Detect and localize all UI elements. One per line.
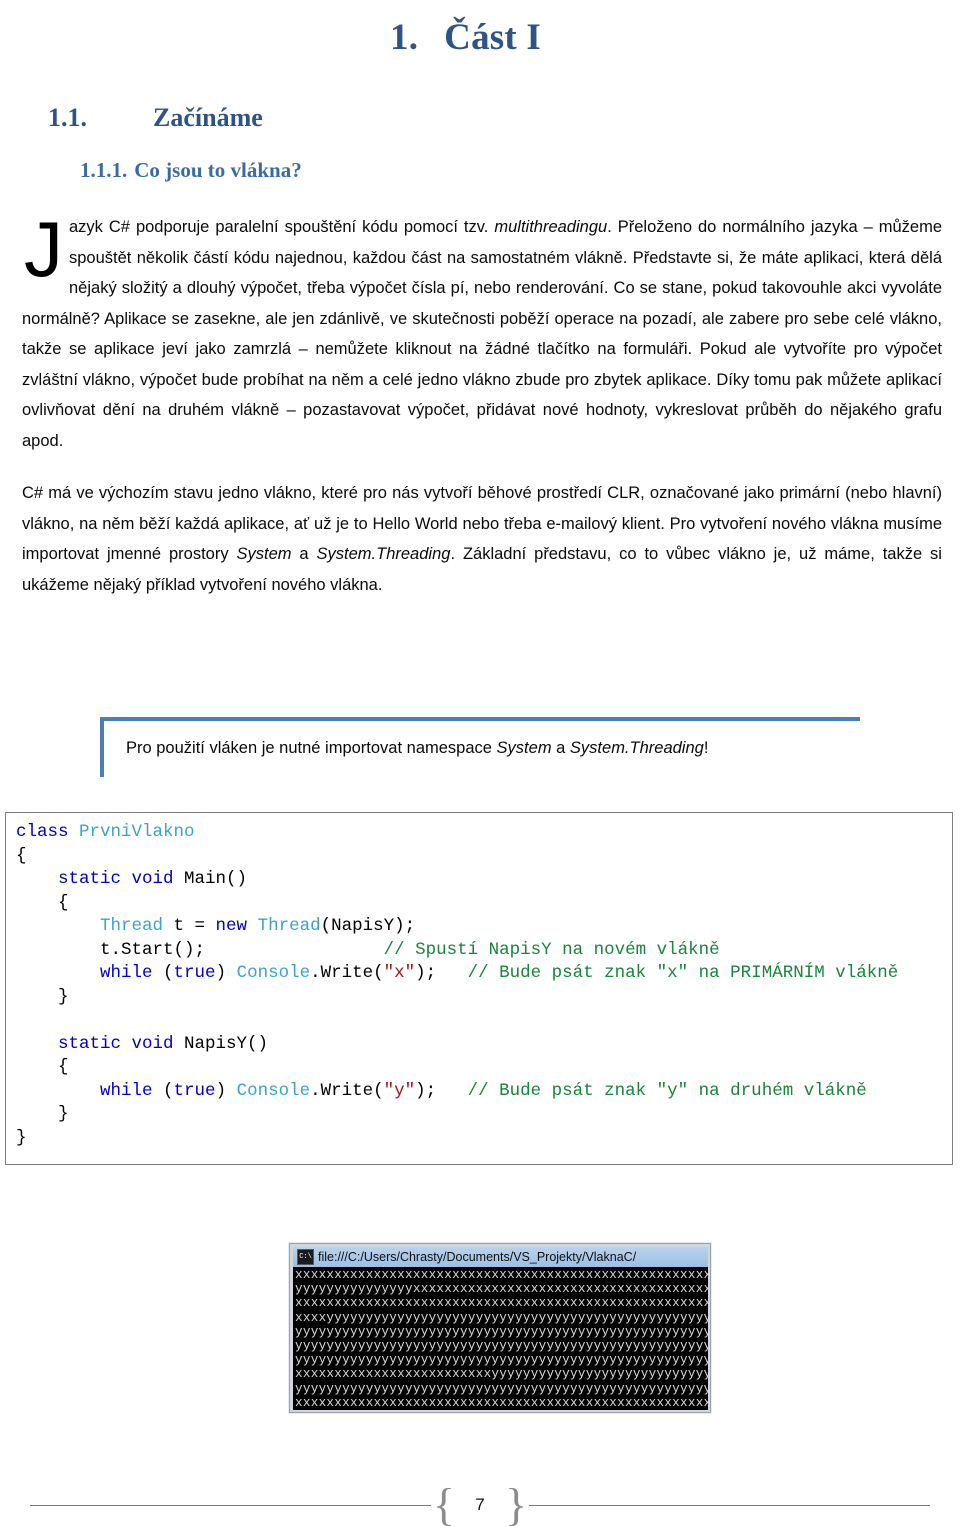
footer-rule-right (529, 1504, 930, 1506)
code-token: static void (58, 869, 185, 889)
code-token: ); (415, 963, 468, 983)
note-emphasis-2: System.Threading (569, 739, 704, 757)
document-page: 1. Část I 1.1. Začínáme 1.1.1. Co jsou to v… (0, 0, 960, 1535)
chapter-heading: 1. Část I (390, 8, 541, 59)
code-token: Console (236, 1080, 311, 1101)
code-token: "y" (383, 1080, 416, 1101)
code-token: true (173, 1080, 216, 1101)
code-token: } (16, 986, 69, 1007)
code-token: // Bude psát znak "y" na druhém vlákně (467, 1080, 867, 1101)
code-token: "x" (383, 963, 416, 983)
code-token: while (100, 963, 164, 983)
code-token: .Write( (310, 963, 384, 983)
paragraph-2-text-b: a (291, 545, 317, 563)
code-token: // Bude psát znak "x" na PRIMÁRNÍM vlákn… (467, 963, 899, 983)
note-text-a: Pro použití vláken je nutné importovat n… (126, 739, 497, 757)
code-token: PrvniVlakno (79, 822, 195, 842)
code-token: } (16, 1104, 69, 1124)
console-output-line: xxxxyyyyyyyyyyyyyyyyyyyyyyyyyyyyyyyyyyyy… (295, 1310, 708, 1325)
console-icon: C:\ (297, 1249, 314, 1265)
section-number: 1.1. (48, 103, 87, 132)
console-window-title: file:///C:/Users/Chrasty/Documents/VS_Pr… (318, 1250, 637, 1264)
code-token: t.Start(); (16, 939, 384, 960)
code-token: Thread (100, 916, 164, 936)
code-token: static void (58, 1033, 185, 1054)
code-token: Thread (257, 916, 321, 936)
code-token: { (16, 1057, 69, 1077)
console-output-line: yyyyyyyyyyyyyyyyyyyyyyyyyyyyyyyyyyyyyyyy… (295, 1339, 708, 1354)
note-text: Pro použití vláken je nutné importovat n… (126, 735, 850, 761)
paragraph-1-text-b: . Přeloženo do normálního jazyka – můžem… (22, 218, 943, 450)
chapter-title: Část I (444, 17, 541, 58)
console-output-line: yyyyyyyyyyyyyyyxxxxxxxxxxxxxxxxxxxxxxxxx… (295, 1282, 708, 1297)
code-token: { (16, 892, 69, 913)
section-title: Začínáme (153, 103, 263, 132)
paragraph-2: C# má ve výchozím stavu jedno vlákno, kt… (22, 478, 942, 600)
code-token: class (16, 822, 80, 842)
paragraph-2-emphasis-1: System (236, 545, 292, 563)
code-token: ) (215, 963, 237, 983)
console-output-line: xxxxxxxxxxxxxxxxxxxxxxxxxxxxxxxxxxxxxxxx… (295, 1296, 708, 1311)
subsection-heading: 1.1.1. Co jsou to vlákna? (80, 158, 302, 183)
code-listing: class PrvniVlakno { static void Main() {… (16, 821, 946, 1150)
code-token: // Spustí NapisY na novém vlákně (383, 939, 720, 960)
paragraph-1-emphasis: multithreadingu (494, 218, 608, 236)
code-token: while (100, 1080, 164, 1101)
code-token: NapisY() (184, 1033, 269, 1054)
code-token: t = (163, 916, 216, 936)
console-window-screenshot: C:\ file:///C:/Users/Chrasty/Documents/V… (289, 1243, 711, 1413)
console-output-line: xxxxxxxxxxxxxxxxxxxxxxxxxyyyyyyyyyyyyyyy… (295, 1367, 708, 1382)
code-token: true (173, 963, 216, 983)
console-output-line: xxxxxxxxxxxxxxxxxxxxxxxxxxxxxxxxxxxxxxxx… (295, 1395, 708, 1410)
code-token: ( (163, 963, 174, 983)
footer-rule-left (30, 1504, 431, 1506)
console-output-line: yyyyyyyyyyyyyyyyyyyyyyyyyyyyyyyyyyyyyyyy… (295, 1381, 708, 1396)
subsection-number: 1.1.1. (80, 158, 128, 182)
code-token: ) (215, 1080, 237, 1101)
paragraph-1-text-a: azyk C# podporuje paralelní spouštění kó… (69, 218, 495, 236)
console-output-line: xxxxxxxxxxxxxxxxxxxxxxxxxxxxxxxxxxxxxxxx… (295, 1268, 708, 1282)
section-heading: 1.1. Začínáme (48, 103, 263, 133)
console-title-bar: C:\ file:///C:/Users/Chrasty/Documents/V… (293, 1247, 708, 1267)
code-token: ( (163, 1080, 174, 1101)
note-callout: Pro použití vláken je nutné importovat n… (100, 717, 860, 777)
code-token: .Write( (310, 1080, 384, 1101)
code-token: new (215, 916, 258, 936)
subsection-title: Co jsou to vlákna? (134, 158, 302, 182)
drop-cap: J (24, 205, 63, 293)
code-token: Main() (184, 869, 248, 889)
code-token: Console (236, 963, 311, 983)
note-emphasis-1: System (496, 739, 552, 757)
code-token: } (16, 1127, 27, 1148)
code-token: (NapisY); (320, 916, 416, 936)
code-token: { (16, 845, 27, 866)
paragraph-1: Jazyk C# podporuje paralelní spouštění k… (22, 205, 943, 456)
paragraph-2-emphasis-2: System.Threading (316, 545, 451, 563)
code-token: ); (415, 1080, 468, 1101)
chapter-number: 1. (390, 17, 419, 58)
console-output-area: xxxxxxxxxxxxxxxxxxxxxxxxxxxxxxxxxxxxxxxx… (293, 1267, 708, 1410)
page-number: 7 (475, 1495, 485, 1514)
console-output-line: yyyyyyyyyyyyyyyyyyyyyyyyyyyyyyyyyyyyyyyy… (295, 1324, 708, 1339)
page-footer: { 7 } (30, 1482, 930, 1528)
console-output-line: yyyyyyyyyyyyyyyyyyyyyyyyyyyyyyyyyyyyyyyy… (295, 1353, 708, 1368)
body-content: Jazyk C# podporuje paralelní spouštění k… (22, 205, 943, 600)
note-text-c: ! (703, 739, 709, 757)
note-text-b: a (551, 739, 570, 757)
code-block: class PrvniVlakno { static void Main() {… (5, 812, 953, 1165)
